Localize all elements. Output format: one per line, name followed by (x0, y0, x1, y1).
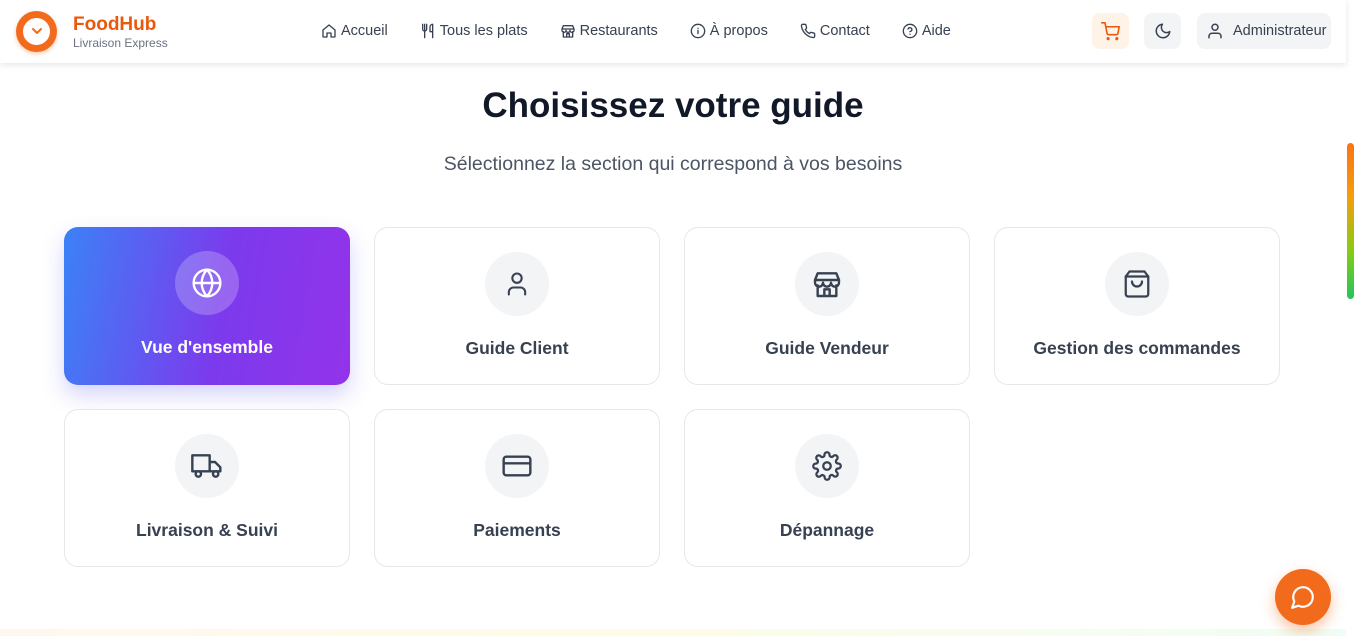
guide-card-label: Vue d'ensemble (141, 337, 273, 357)
credit-card-icon (502, 455, 532, 477)
user-menu-button[interactable]: Administrateur (1197, 13, 1331, 49)
guide-card-delivery[interactable]: Livraison & Suivi (64, 409, 350, 567)
guide-card-label: Livraison & Suivi (136, 520, 278, 540)
home-icon (322, 24, 336, 38)
guide-card-label: Guide Client (465, 338, 569, 358)
nav-item-accueil[interactable]: Accueil (321, 20, 388, 42)
brand[interactable]: FoodHub Livraison Express (16, 11, 168, 52)
nav-label: Contact (819, 23, 870, 39)
nav-label: Accueil (341, 23, 388, 39)
nav-label: Aide (921, 23, 951, 39)
shopping-bag-icon (1124, 270, 1150, 298)
nav-label: À propos (709, 23, 768, 39)
phone-icon (800, 23, 816, 39)
chat-bubble-icon (1291, 586, 1314, 609)
nav-item-restaurants[interactable]: Restaurants (560, 20, 658, 42)
main-nav: Accueil Tous les plats Restaurants À pro… (321, 20, 983, 42)
gear-icon (812, 451, 842, 481)
user-name: Administrateur (1233, 23, 1327, 39)
store-icon (813, 272, 841, 298)
guide-card-label: Paiements (473, 520, 561, 540)
cart-icon (1101, 21, 1120, 40)
guide-card-vendor[interactable]: Guide Vendeur (684, 227, 970, 385)
guide-card-overview[interactable]: Vue d'ensemble (64, 227, 350, 385)
logo-icon (16, 11, 57, 52)
top-navbar: FoodHub Livraison Express Accueil Tous l… (0, 0, 1346, 63)
store-icon (560, 25, 575, 38)
user-icon (507, 272, 527, 296)
scroll-track[interactable] (1346, 0, 1354, 636)
utensils-icon (421, 23, 434, 39)
guide-card-troubleshooting[interactable]: Dépannage (684, 409, 970, 567)
chat-button[interactable] (1275, 569, 1331, 625)
user-icon (1208, 23, 1222, 39)
theme-toggle-button[interactable] (1144, 13, 1181, 49)
brand-tagline: Livraison Express (73, 35, 168, 50)
nav-item-contact[interactable]: Contact (800, 20, 870, 42)
nav-label: Restaurants (579, 23, 658, 39)
globe-icon (192, 268, 222, 298)
guide-card-label: Dépannage (779, 520, 875, 540)
brand-name: FoodHub (73, 13, 157, 35)
nav-item-apropos[interactable]: À propos (690, 20, 768, 42)
nav-item-aide[interactable]: Aide (902, 20, 951, 42)
guide-card-payments[interactable]: Paiements (374, 409, 660, 567)
scroll-progress-indicator[interactable] (1347, 143, 1354, 299)
page-subtitle: Sélectionnez la section qui correspond à… (443, 153, 903, 175)
nav-item-plats[interactable]: Tous les plats (420, 20, 528, 42)
guide-card-label: Gestion des commandes (1033, 338, 1241, 358)
help-icon (902, 23, 918, 39)
guide-card-client[interactable]: Guide Client (374, 227, 660, 385)
info-icon (690, 23, 706, 39)
guide-card-label: Guide Vendeur (765, 338, 889, 358)
moon-icon (1155, 23, 1170, 39)
section-divider (0, 629, 1346, 636)
page-title: Choisissez votre guide (482, 86, 864, 125)
guide-card-orders[interactable]: Gestion des commandes (994, 227, 1280, 385)
truck-icon (191, 454, 222, 478)
cart-button[interactable] (1092, 13, 1129, 49)
nav-label: Tous les plats (439, 23, 528, 39)
